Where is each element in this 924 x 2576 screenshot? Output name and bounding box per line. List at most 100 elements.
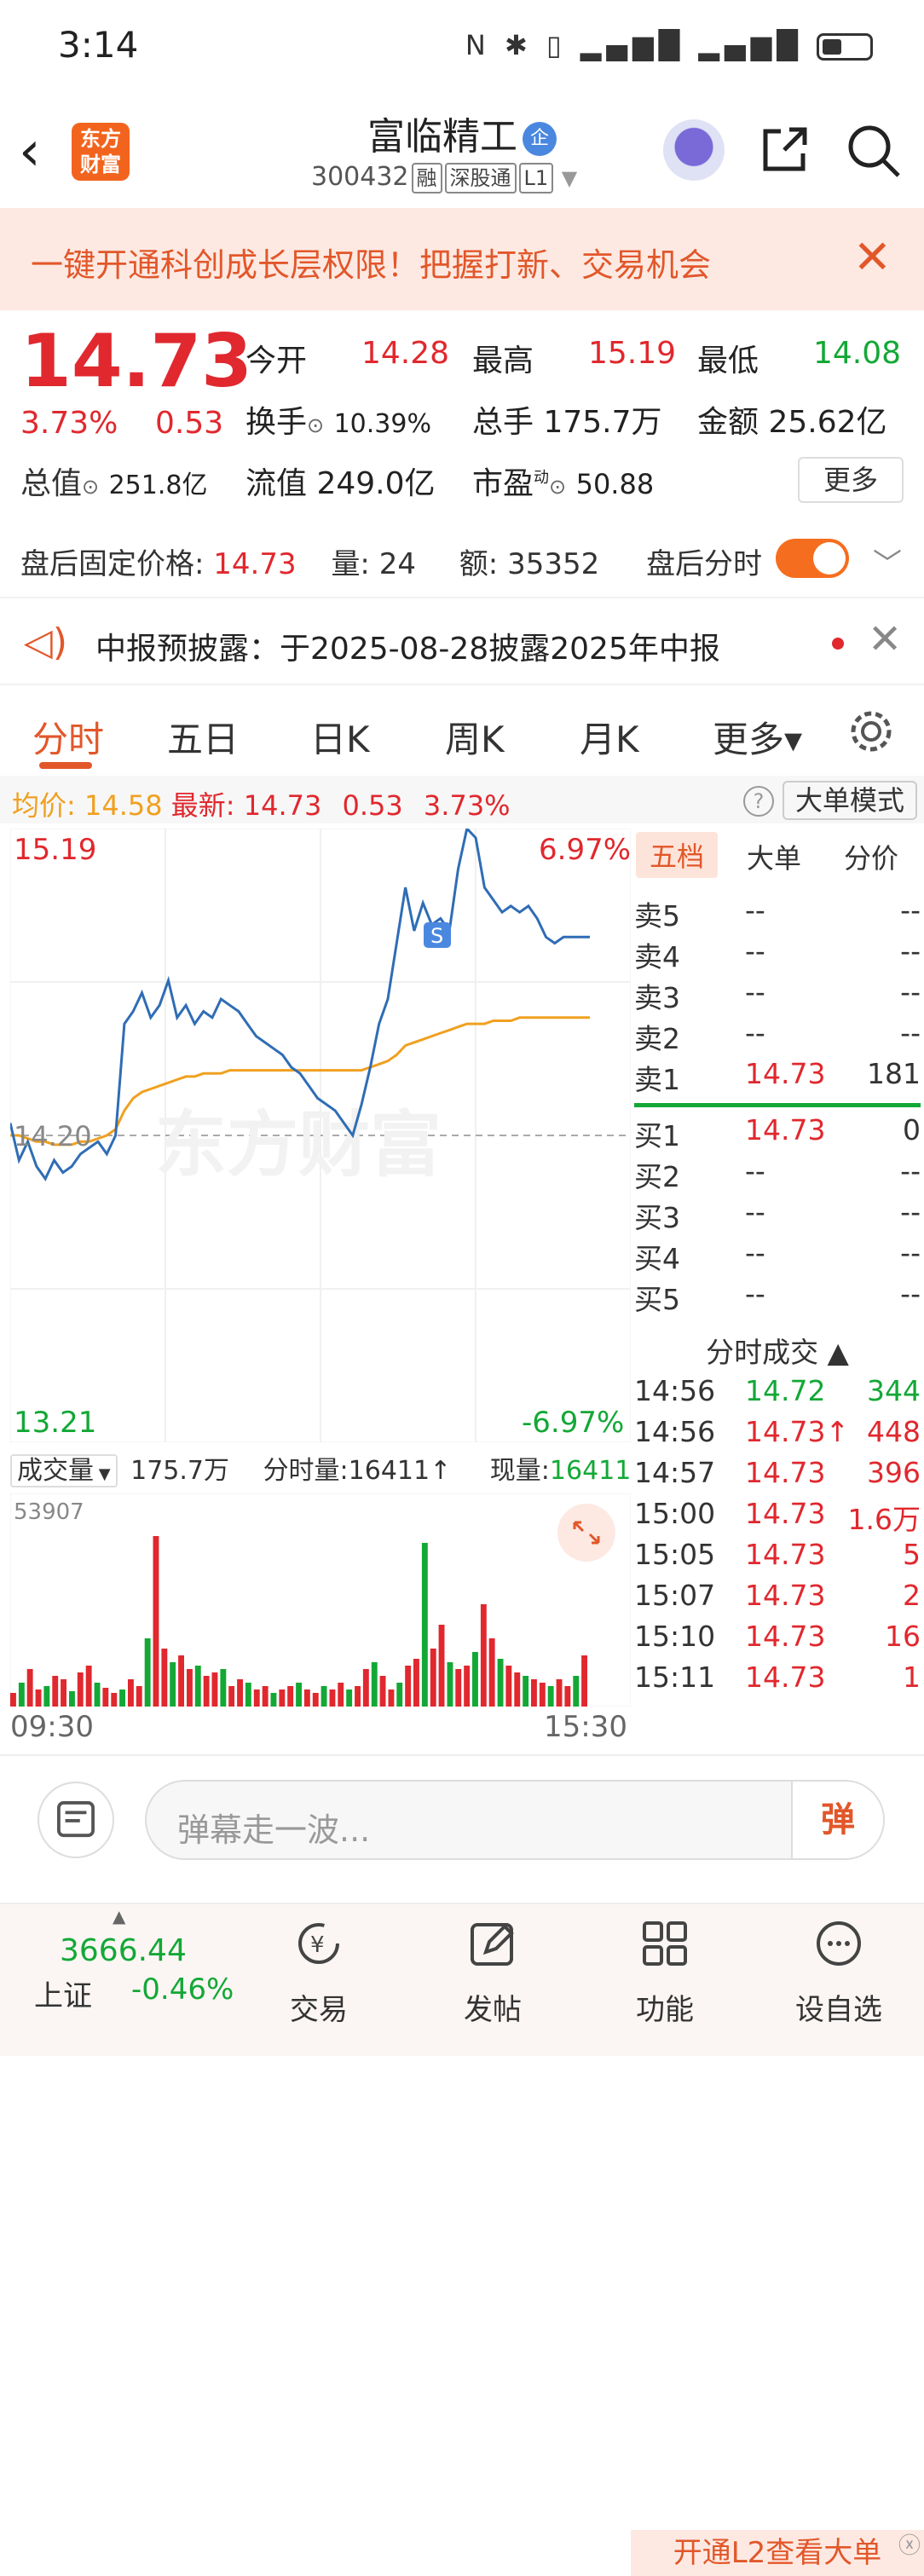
open-value: 14.28 [361,336,450,371]
trades-header[interactable]: 分时成交 ▲ [631,1330,924,1371]
volume-bar [61,1679,66,1707]
volume-bar [279,1689,286,1707]
help-icon[interactable]: ? [743,786,774,817]
comment-bar: 弹幕走一波... 弹 [0,1754,924,1908]
volume-bar [430,1649,436,1707]
avg-value: 14.58 [84,789,163,822]
volume-bar [153,1536,159,1707]
volume-bar [355,1686,361,1707]
volume-label: 成交量 [17,1456,94,1486]
ask-quantity: 181 [867,1057,921,1090]
trade-row: 14:56 14.72 344 [634,1374,921,1415]
tab-five-levels[interactable]: 五档 [636,832,719,878]
volume-bar [119,1689,125,1707]
after-hours-toggle[interactable] [776,539,849,578]
volume-bar [136,1686,142,1707]
promo-banner[interactable]: 一键开通科创成长层权限！把握打新、交易机会 ✕ [0,208,924,310]
ask-quantity: -- [900,893,921,927]
share-icon[interactable] [759,123,811,176]
after-hours-info: 盘后固定价格: 14.73 量: 24 额: 35352 盘后分时 [20,540,762,582]
trade-price: 14.72 [745,1374,826,1407]
float-cap-label: 流值 [245,466,308,501]
bid-quantity: -- [900,1195,921,1228]
tab-big-orders[interactable]: 大单 [747,837,801,876]
notice-text: 中报预披露：于2025-08-28披露2025年中报 [95,632,720,667]
chevron-down-icon[interactable]: ﹀ [873,540,902,582]
volume-bar [296,1683,302,1707]
nav-functions[interactable]: 功能 [614,1916,716,2028]
ask-level-label: 卖2 [634,1022,680,1055]
volume-bar [77,1672,84,1707]
index-change: -0.46% [131,1972,234,2007]
volume-bar [35,1689,42,1707]
total-cap-label: 总值 [20,466,83,501]
change-amt: 0.53 [155,406,224,441]
ask-row: 卖5 -- -- [634,893,921,934]
after-tshare-label: 盘后分时 [646,547,763,581]
tab-five-day[interactable]: 五日 [167,711,239,763]
danmaku-send-button[interactable]: 弹 [791,1782,883,1858]
big-order-mode-button[interactable]: 大单模式 [783,781,917,820]
expand-button[interactable] [557,1504,615,1562]
y-bottom-label: 13.21 [14,1406,96,1440]
gear-icon[interactable] [847,708,895,755]
nav-trade[interactable]: ¥ 交易 [268,1916,370,2028]
more-circle-icon [817,1921,861,1966]
signal-icons: N ✱ ▯ ▂▄▆█ ▂▄▆█ [465,29,803,61]
tab-daily-k[interactable]: 日K [310,711,370,763]
tab-price-dist[interactable]: 分价 [844,837,898,876]
y-top-label: 15.19 [14,833,96,867]
volume-dropdown[interactable]: 成交量 ▼ [10,1454,118,1487]
ask-quantity: -- [900,975,921,1008]
danmaku-settings-icon[interactable] [38,1782,114,1858]
after-hours-label: 盘后固定价格: [20,547,205,581]
volume-bar [94,1683,101,1707]
tab-intraday[interactable]: 分时 [32,711,104,763]
assistant-robot-icon[interactable] [663,119,725,181]
danmaku-input[interactable]: 弹幕走一波... 弹 [145,1780,885,1860]
stock-code[interactable]: 300432 融深股通 L1 ▼ [311,162,577,193]
y-mid-label: 14.20 [14,1120,92,1152]
battery-icon [817,33,873,61]
volume-bar [421,1543,428,1707]
index-value[interactable]: 3666.44 [60,1933,187,1968]
volume-chart[interactable]: 53907 [10,1493,631,1707]
turnover-value: 10.39% [333,409,431,439]
s-marker[interactable]: S [424,922,451,948]
search-icon[interactable] [846,123,902,179]
summary-text: 均价: 14.58 最新: 14.73 0.53 3.73% [12,784,511,823]
trade-time: 15:11 [634,1661,716,1694]
trade-row: 14:56 14.73↑ 448 [634,1415,921,1456]
l2-upgrade-button[interactable]: 开通L2查看大单 ⓧ [631,2530,924,2576]
trade-time: 14:56 [634,1374,716,1407]
volume-bar [321,1686,327,1707]
turnover-label: 换手 [245,405,308,440]
last-price: 14.73 [20,319,253,404]
more-button[interactable]: 更多 [798,457,904,503]
nav-add-watchlist[interactable]: 设自选 [788,1916,890,2028]
ask-bid-divider [634,1103,921,1107]
notice-bar[interactable]: ◁) 中报预披露：于2025-08-28披露2025年中报 ✕ [0,597,924,685]
tab-monthly-k[interactable]: 月K [580,711,639,763]
unread-dot [832,638,844,650]
volume-bar [405,1666,412,1707]
tab-more[interactable]: 更多▾ [713,711,802,763]
volume-bar [556,1679,563,1707]
intraday-chart[interactable]: 东方财富 S 15.19 6.97% 14.20 13.21 -6.97% [10,829,631,1442]
close-icon[interactable]: ✕ [868,615,902,663]
quote-panel: 14.73 3.73% 0.53 总值⊙ 251.8亿 今开 14.28 最高 … [0,310,924,506]
tab-underline [39,762,92,769]
close-icon[interactable]: ✕ [853,230,892,284]
edit-icon [471,1923,514,1966]
promo-text: 一键开通科创成长层权限！把握打新、交易机会 [31,246,712,284]
close-icon[interactable]: ⓧ [898,2523,921,2569]
after-vol-value: 24 [378,547,416,581]
volume-bar [531,1679,537,1707]
low-value: 14.08 [813,336,902,371]
volume-bar [338,1683,344,1707]
tab-weekly-k[interactable]: 周K [445,711,505,763]
nav-post[interactable]: 发帖 [442,1916,544,2028]
trade-price: 14.73 [745,1497,826,1530]
volume-bar [447,1662,453,1707]
index-name[interactable]: 上证 [34,1972,92,2014]
